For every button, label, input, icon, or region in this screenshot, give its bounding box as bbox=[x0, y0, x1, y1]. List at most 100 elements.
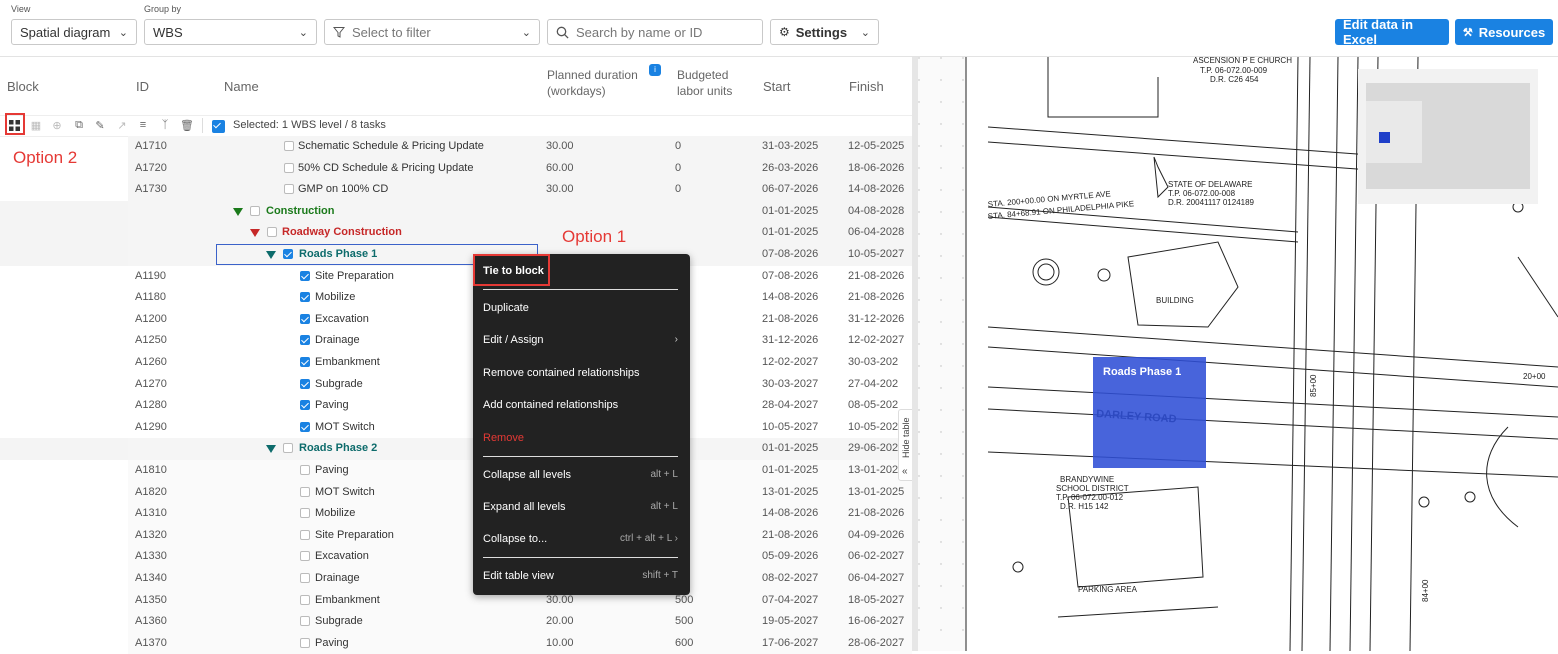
table-row[interactable]: A1810 Paving 01-01-2025 13-01-2025 bbox=[0, 460, 912, 482]
cell-start: 21-08-2026 bbox=[762, 312, 819, 325]
row-checkbox[interactable] bbox=[300, 529, 310, 540]
copy-icon[interactable]: ⧉ bbox=[72, 118, 86, 132]
row-checkbox[interactable] bbox=[300, 292, 310, 303]
wbs-row[interactable]: Construction 01-01-2025 04-08-2028 bbox=[0, 200, 912, 223]
filter-select[interactable]: Select to filter ⌄ bbox=[324, 19, 540, 45]
row-checkbox[interactable] bbox=[300, 573, 310, 583]
info-icon[interactable]: i bbox=[649, 64, 661, 76]
menu-item-collapse-all[interactable]: Collapse all levels alt + L bbox=[483, 465, 678, 485]
table-row[interactable]: A1250Drainage031-12-202612-02-2027 bbox=[0, 330, 912, 352]
edit-icon[interactable]: ✎ bbox=[93, 118, 107, 132]
row-checkbox[interactable] bbox=[300, 465, 310, 475]
menu-item-duplicate[interactable]: Duplicate bbox=[483, 298, 678, 318]
row-checkbox[interactable] bbox=[300, 486, 310, 497]
view-select[interactable]: Spatial diagram ⌄ bbox=[11, 19, 137, 45]
untie-block-icon[interactable]: ▦ bbox=[29, 118, 43, 132]
cell-dur: 20.00 bbox=[546, 615, 574, 628]
expand-triangle-icon[interactable] bbox=[233, 207, 243, 216]
cell-finish: 04-08-2028 bbox=[848, 204, 905, 217]
row-checkbox[interactable] bbox=[300, 400, 310, 411]
column-header-planned-duration[interactable]: Planned duration (workdays) bbox=[547, 67, 638, 99]
table-row[interactable]: A1270Subgrade030-03-202727-04-202 bbox=[0, 373, 912, 396]
settings-button[interactable]: ⚙ Settings ⌄ bbox=[770, 19, 879, 45]
block-roads-phase-1[interactable]: Roads Phase 1 bbox=[1093, 357, 1206, 468]
resources-button[interactable]: ⚒ Resources bbox=[1455, 19, 1553, 45]
table-row[interactable]: A1820 MOT Switch 13-01-2025 13-01-2025 bbox=[0, 481, 912, 504]
menu-item-edit-assign[interactable]: Edit / Assign › bbox=[483, 330, 678, 350]
table-row[interactable]: A1320Site Preparation021-08-202604-09-20… bbox=[0, 524, 912, 547]
menu-item-remove-relationships[interactable]: Remove contained relationships bbox=[483, 363, 678, 383]
table-row[interactable]: A1360 Subgrade 20.00 500 19-05-2027 16-06-202… bbox=[0, 611, 912, 633]
menu-item-remove[interactable]: Remove bbox=[483, 428, 678, 448]
search-input[interactable]: Search by name or ID bbox=[547, 19, 763, 45]
table-row[interactable]: A1350 Embankment 30.00 500 07-04-2027 18-05-2… bbox=[0, 589, 912, 612]
cell-id: A1360 bbox=[135, 615, 167, 628]
row-checkbox[interactable] bbox=[300, 616, 310, 627]
cell-id: A1320 bbox=[135, 528, 167, 541]
wbs-row[interactable]: Roads Phase 1 07-08-2026 10-05-2027 bbox=[0, 244, 912, 266]
chevron-down-icon: ⌄ bbox=[118, 26, 128, 39]
menu-item-edit-table-view[interactable]: Edit table view shift + T bbox=[483, 566, 678, 586]
row-checkbox[interactable] bbox=[300, 378, 310, 389]
cell-finish: 31-12-2026 bbox=[848, 312, 905, 325]
table-row[interactable]: A1720 50% CD Schedule & Pricing Update 60.… bbox=[0, 157, 912, 180]
row-checkbox[interactable] bbox=[300, 637, 310, 648]
cell-name: Embankment bbox=[315, 593, 380, 606]
wbs-row[interactable]: Roadway Construction 01-01-2025 06-04-2028 bbox=[0, 222, 912, 244]
hierarchy-icon[interactable]: ᛉ bbox=[158, 118, 172, 132]
table-row[interactable]: A1340Drainage008-02-202706-04-2027 bbox=[0, 568, 912, 590]
menu-item-collapse-to[interactable]: Collapse to... ctrl + alt + L › bbox=[483, 529, 678, 549]
menu-item-label: Collapse to... bbox=[483, 533, 548, 545]
column-header-budgeted-labor-units[interactable]: Budgeted labor units bbox=[677, 67, 732, 99]
cell-name: Embankment bbox=[315, 356, 380, 368]
select-all-checkbox[interactable] bbox=[212, 120, 225, 133]
row-checkbox[interactable] bbox=[284, 162, 294, 173]
row-checkbox[interactable] bbox=[300, 421, 310, 432]
row-checkbox[interactable] bbox=[284, 141, 294, 151]
table-row[interactable]: A1310 Mobilize 14-08-2026 21-08-2026 bbox=[0, 503, 912, 525]
menu-item-expand-all[interactable]: Expand all levels alt + L bbox=[483, 497, 678, 517]
row-checkbox[interactable] bbox=[283, 443, 293, 454]
column-header-finish[interactable]: Finish bbox=[849, 57, 884, 115]
cell-start: 26-03-2026 bbox=[762, 161, 819, 174]
menu-item-add-relationships[interactable]: Add contained relationships bbox=[483, 395, 678, 415]
column-header-id[interactable]: ID bbox=[136, 57, 149, 115]
table-row[interactable]: A1290 MOT Switch 10-05-2027 10-05-2027 bbox=[0, 416, 912, 439]
cell-name: Subgrade bbox=[315, 615, 363, 628]
spatial-diagram-canvas[interactable]: ASCENSION P E CHURCH T.P. 06-072.00-009 … bbox=[918, 57, 1558, 651]
wbs-row[interactable]: Roads Phase 2 01-01-2025 29-06-2027 bbox=[0, 438, 912, 460]
cell-finish: 21-08-2026 bbox=[848, 291, 905, 304]
row-checkbox[interactable] bbox=[250, 205, 260, 216]
table-row[interactable]: A1280Paving028-04-202708-05-202 bbox=[0, 395, 912, 417]
edit-data-in-excel-button[interactable]: Edit data in Excel bbox=[1335, 17, 1449, 47]
indent-icon[interactable]: ≡ bbox=[136, 118, 150, 132]
table-row[interactable]: A1260Embankment012-02-202730-03-202 bbox=[0, 352, 912, 374]
row-checkbox[interactable] bbox=[300, 551, 310, 562]
delete-icon[interactable]: 🗑 bbox=[180, 118, 194, 132]
cell-id: A1280 bbox=[135, 399, 167, 412]
row-checkbox[interactable] bbox=[300, 594, 310, 605]
row-checkbox[interactable] bbox=[267, 227, 277, 238]
row-checkbox[interactable] bbox=[300, 357, 310, 367]
row-checkbox[interactable] bbox=[284, 184, 294, 195]
expand-triangle-icon[interactable] bbox=[266, 445, 276, 454]
row-checkbox[interactable] bbox=[300, 508, 310, 519]
minimap-viewport[interactable] bbox=[1366, 101, 1422, 163]
column-header-name[interactable]: Name bbox=[224, 57, 259, 115]
link-icon[interactable]: ↗ bbox=[115, 118, 129, 132]
expand-triangle-icon[interactable] bbox=[250, 229, 260, 238]
groupby-select[interactable]: WBS ⌄ bbox=[144, 19, 317, 45]
add-circle-icon[interactable]: ⊕ bbox=[50, 118, 64, 132]
table-row[interactable]: A1180 Mobilize 14-08-2026 21-08-2026 bbox=[0, 287, 912, 309]
row-checkbox[interactable] bbox=[300, 313, 310, 324]
column-header-start[interactable]: Start bbox=[763, 57, 790, 115]
table-row[interactable]: A1190 Site Preparation 07-08-2026 21-08-202… bbox=[0, 265, 912, 288]
row-checkbox[interactable] bbox=[300, 335, 310, 346]
table-row[interactable]: A1730 GMP on 100% CD 30.00 0 06-07-2026 14-08… bbox=[0, 179, 912, 201]
table-row[interactable]: A1200Excavation0021-08-202631-12-2026 bbox=[0, 308, 912, 331]
table-row[interactable]: A1330Excavation0005-09-202606-02-2027 bbox=[0, 546, 912, 568]
table-row[interactable]: A1710 Schematic Schedule & Pricing Update… bbox=[0, 136, 912, 158]
row-checkbox[interactable] bbox=[300, 270, 310, 281]
column-header-block[interactable]: Block bbox=[7, 57, 39, 115]
minimap[interactable] bbox=[1358, 69, 1538, 204]
